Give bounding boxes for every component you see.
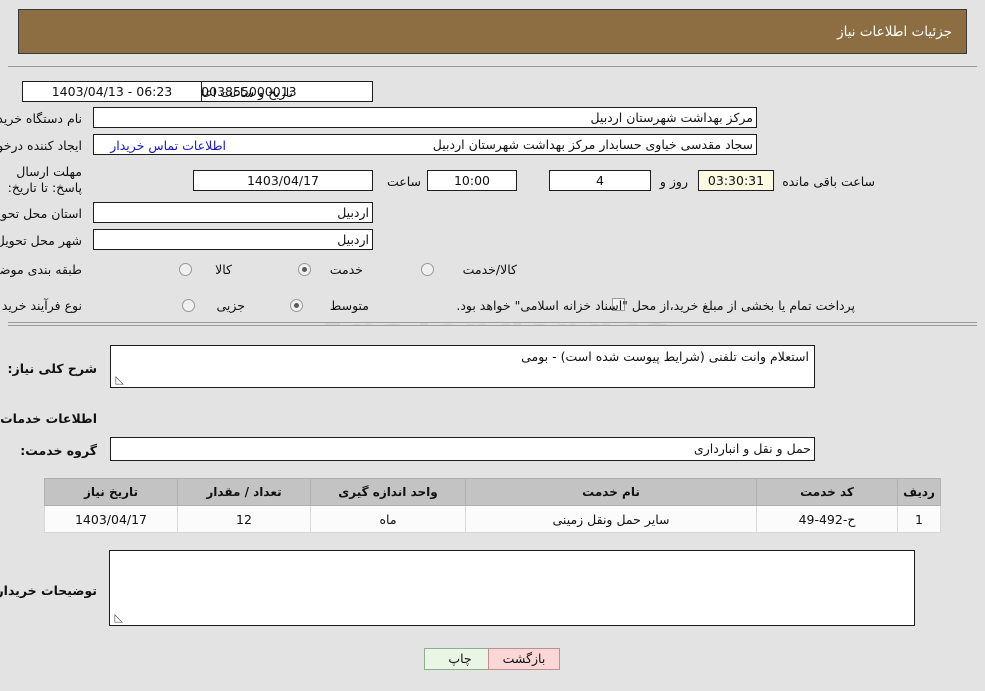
resize-handle-icon-2[interactable]: ◺ [113, 612, 123, 623]
purchase-type-label: نوع فرآیند خرید : [0, 298, 82, 313]
cell-name: سایر حمل ونقل زمینی [465, 505, 757, 533]
city-label: شهر محل تحویل: [0, 233, 82, 248]
remaining-days-label: روز و [659, 174, 688, 189]
table-row: 1 ح-492-49 سایر حمل ونقل زمینی ماه 12 14… [44, 505, 941, 533]
requester-label: ایجاد کننده درخواست: [0, 138, 82, 153]
treasury-bonds-label: پرداخت تمام یا بخشی از مبلغ خرید،از محل … [456, 298, 855, 313]
buyer-notes-label: توضیحات خریدار: [0, 583, 97, 598]
buyer-notes-textarea[interactable]: ◺ [109, 550, 915, 626]
print-button[interactable]: چاپ [424, 648, 496, 670]
table-header-row: ردیف کد خدمت نام خدمت واحد اندازه گیری ت… [44, 478, 941, 506]
purchase-type-option-label-1: متوسط [329, 298, 369, 313]
radio-purchase-motevaset[interactable] [290, 299, 303, 312]
service-group-label: گروه خدمت: [20, 443, 97, 458]
category-label: طبقه بندی موضوعی: [0, 262, 82, 277]
table-col-radif: ردیف [897, 478, 941, 506]
page-header-bar: جزئیات اطلاعات نیاز [18, 9, 967, 54]
buyer-contact-link[interactable]: اطلاعات تماس خریدار [110, 137, 226, 155]
cell-unit: ماه [310, 505, 466, 533]
services-table: ردیف کد خدمت نام خدمت واحد اندازه گیری ت… [44, 478, 941, 533]
page-title: جزئیات اطلاعات نیاز [837, 23, 952, 40]
buyer-org-value[interactable]: مرکز بهداشت شهرستان اردبیل [93, 107, 757, 128]
table-col-code: کد خدمت [756, 478, 898, 506]
buyer-org-label: نام دستگاه خریدار: [0, 111, 82, 126]
need-summary-panel [8, 66, 977, 323]
category-option-label-2: کالا/خدمت [462, 262, 517, 277]
table-col-quantity: تعداد / مقدار [177, 478, 311, 506]
city-value[interactable]: اردبیل [93, 229, 373, 250]
services-info-heading: اطلاعات خدمات مورد نیاز [0, 411, 97, 426]
deadline-hour-label: ساعت [386, 174, 421, 189]
remaining-time-value: 03:30:31 [698, 170, 774, 191]
deadline-label: مهلت ارسال پاسخ: تا تاریخ: [7, 164, 82, 195]
category-option-label-0: کالا [215, 262, 232, 277]
cell-code: ح-492-49 [756, 505, 898, 533]
province-label: استان محل تحویل: [0, 206, 82, 221]
radio-category-khedmat[interactable] [298, 263, 311, 276]
resize-handle-icon[interactable]: ◺ [114, 374, 124, 385]
table-col-need-date: تاریخ نیاز [44, 478, 178, 506]
remaining-days-value[interactable]: 4 [549, 170, 651, 191]
deadline-date-value[interactable]: 1403/04/17 [193, 170, 373, 191]
purchase-type-option-label-0: جزیی [216, 298, 245, 313]
cell-need-date: 1403/04/17 [44, 505, 178, 533]
deadline-hour-value[interactable]: 10:00 [427, 170, 517, 191]
radio-category-kala-khedmat[interactable] [421, 263, 434, 276]
table-col-name: نام خدمت [465, 478, 757, 506]
need-details-page: AnaTender.net جزئیات اطلاعات نیاز شماره … [0, 0, 985, 691]
service-group-value[interactable]: حمل و نقل و انبارداری [110, 437, 815, 461]
cell-radif: 1 [897, 505, 941, 533]
radio-category-kala[interactable] [179, 263, 192, 276]
general-desc-label: شرح کلی نیاز: [7, 361, 97, 376]
cell-quantity: 12 [177, 505, 311, 533]
announce-datetime-value[interactable]: 1403/04/13 - 06:23 [22, 81, 202, 102]
province-value[interactable]: اردبیل [93, 202, 373, 223]
category-option-label-1: خدمت [329, 262, 363, 277]
general-desc-textarea[interactable]: استعلام وانت تلفنی (شرایط پیوست شده است)… [110, 345, 815, 388]
general-desc-value: استعلام وانت تلفنی (شرایط پیوست شده است)… [521, 349, 809, 364]
radio-purchase-jozei[interactable] [182, 299, 195, 312]
table-col-unit: واحد اندازه گیری [310, 478, 466, 506]
back-button[interactable]: بازگشت [488, 648, 560, 670]
remaining-time-suffix-label: ساعت باقی مانده [782, 174, 875, 189]
